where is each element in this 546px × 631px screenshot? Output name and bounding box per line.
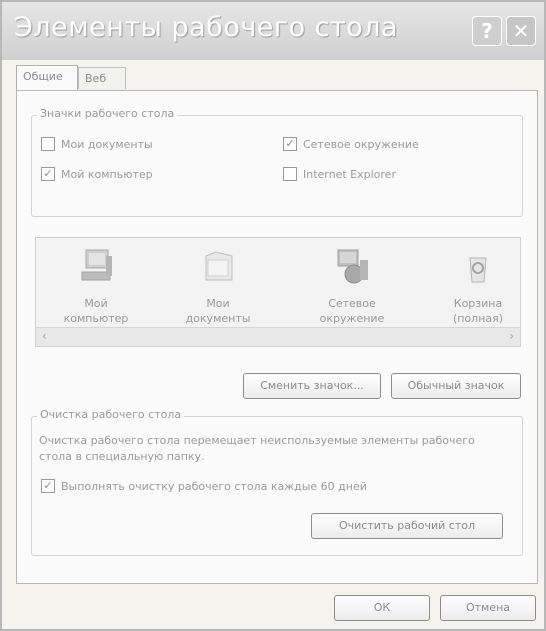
my-documents-icon[interactable]: [198, 246, 238, 288]
ok-button[interactable]: ОК: [334, 595, 430, 621]
my-computer-icon[interactable]: [76, 246, 116, 288]
desktop-cleanup-group-title: Очистка рабочего стола: [37, 408, 185, 421]
desktop-icon-list[interactable]: Мой компьютер Мои документы Сетевое окру…: [35, 237, 521, 347]
internet-explorer-checkbox[interactable]: [283, 167, 297, 181]
tab-panel-general: Значки рабочего стола Мои документы ✓ Се…: [16, 90, 538, 584]
checkmark-icon: ✓: [43, 479, 53, 492]
network-places-checkbox-label: Сетевое окружение: [303, 138, 419, 151]
network-places-icon[interactable]: [332, 246, 372, 288]
help-button[interactable]: ?: [472, 16, 502, 46]
desktop-icons-group-title: Значки рабочего стола: [37, 107, 178, 120]
my-documents-checkbox[interactable]: [41, 137, 55, 151]
checkmark-icon: ✓: [285, 137, 295, 150]
network-places-caption: Сетевое окружение: [319, 297, 385, 325]
my-documents-checkbox-label: Мои документы: [61, 138, 153, 151]
window-title: Элементы рабочего стола: [14, 12, 399, 43]
clean-desktop-button[interactable]: Очистить рабочий стол: [311, 513, 503, 539]
scroll-left-icon[interactable]: ‹: [42, 329, 47, 343]
tab-web[interactable]: Веб: [78, 67, 126, 89]
title-bar[interactable]: Элементы рабочего стола ? ✕: [2, 2, 544, 60]
recycle-bin-full-icon[interactable]: [458, 246, 498, 288]
help-icon: ?: [481, 19, 493, 43]
my-computer-checkbox[interactable]: ✓: [41, 167, 55, 181]
close-button[interactable]: ✕: [506, 16, 536, 46]
my-computer-caption: Мой компьютер: [63, 297, 129, 325]
cancel-button[interactable]: Отмена: [440, 595, 536, 621]
desktop-icons-group: [31, 115, 523, 217]
internet-explorer-checkbox-label: Internet Explorer: [303, 168, 396, 181]
recycle-bin-caption: Корзина (полная): [452, 297, 504, 325]
scroll-right-icon[interactable]: ›: [509, 329, 514, 343]
cleanup-description: Очистка рабочего стола перемещает неиспо…: [39, 434, 475, 463]
cleanup-every-60-days-label: Выполнять очистку рабочего стола каждые …: [61, 480, 367, 493]
icon-list-scrollbar[interactable]: ‹ ›: [36, 327, 520, 346]
checkmark-icon: ✓: [43, 167, 53, 180]
my-computer-checkbox-label: Мой компьютер: [61, 168, 153, 181]
cleanup-every-60-days-checkbox[interactable]: ✓: [41, 479, 55, 493]
close-icon: ✕: [512, 19, 530, 43]
network-places-checkbox[interactable]: ✓: [283, 137, 297, 151]
my-documents-caption: Мои документы: [185, 297, 251, 325]
tab-general[interactable]: Общие: [16, 65, 78, 91]
desktop-items-dialog: Элементы рабочего стола ? ✕ Общие Веб Зн…: [0, 0, 546, 631]
default-icon-button[interactable]: Обычный значок: [391, 373, 521, 399]
change-icon-button[interactable]: Сменить значок...: [243, 373, 381, 399]
